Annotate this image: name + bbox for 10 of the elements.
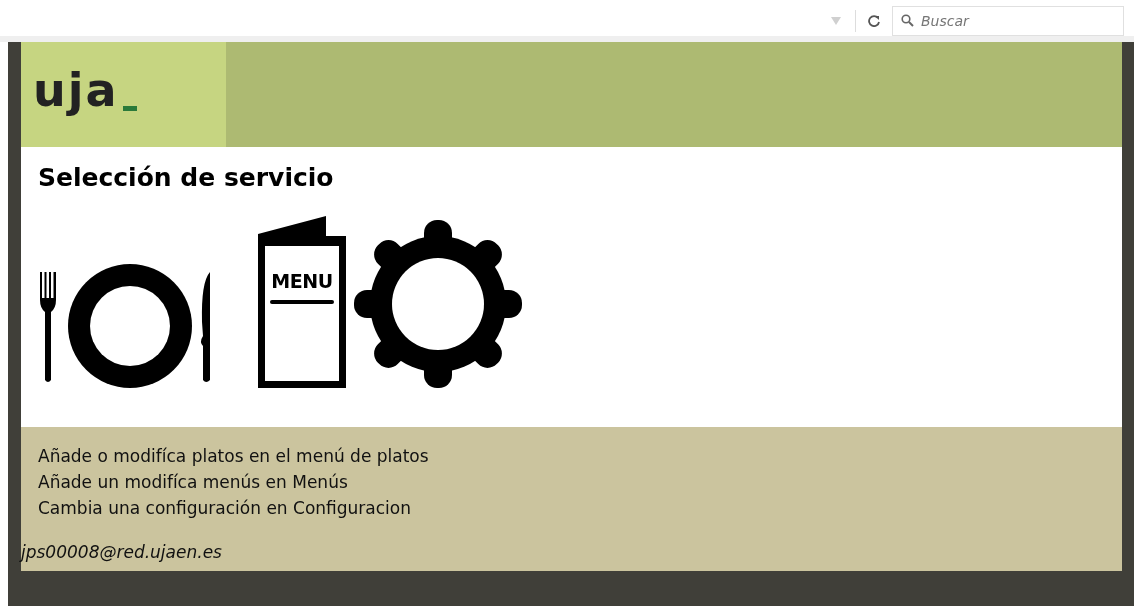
help-text: Añade o modifíca platos en el menú de platos: [37, 445, 430, 468]
page-title: Selección de servicio: [38, 165, 335, 190]
menu-label: MENU: [270, 272, 334, 291]
reload-icon[interactable]: [868, 15, 880, 27]
search-field[interactable]: Buscar: [892, 6, 1124, 36]
menu-card-icon[interactable]: MENU: [256, 216, 348, 388]
help-text: Cambia una configuración en Configuracion: [37, 497, 412, 520]
search-icon: [901, 14, 914, 27]
user-email: jps00008@red.ujaen.es: [21, 541, 223, 564]
help-text: Añade un modifíca menús en Menús: [37, 471, 349, 494]
